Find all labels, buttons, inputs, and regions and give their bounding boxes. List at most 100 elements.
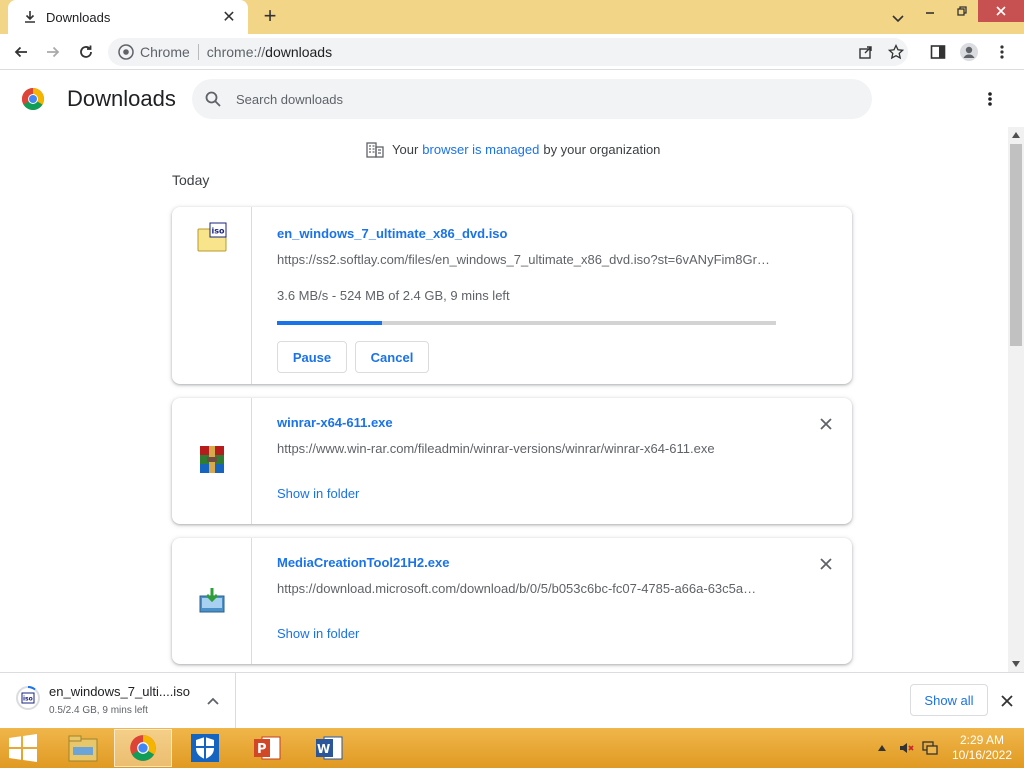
- shield-icon: [191, 734, 219, 762]
- file-icon-column: [172, 398, 252, 524]
- scroll-up-arrow-icon[interactable]: [1008, 127, 1024, 143]
- back-arrow-icon: [14, 46, 27, 58]
- taskbar-chrome[interactable]: [114, 729, 172, 767]
- building-icon: [366, 142, 384, 158]
- url-path: downloads: [265, 44, 333, 60]
- close-icon: [820, 558, 832, 570]
- taskbar-powerpoint[interactable]: P: [238, 729, 296, 767]
- iso-file-icon: iso: [16, 686, 40, 710]
- window-controls: [914, 0, 1024, 22]
- download-progress-fill: [277, 321, 382, 325]
- file-url: https://download.microsoft.com/download/…: [277, 581, 757, 596]
- scroll-down-arrow-icon[interactable]: [1008, 656, 1024, 672]
- close-icon: [820, 418, 832, 430]
- back-button[interactable]: [10, 41, 32, 63]
- file-name-link[interactable]: en_windows_7_ultimate_x86_dvd.iso: [277, 226, 507, 241]
- remove-download-button[interactable]: [818, 556, 834, 572]
- file-url: https://ss2.softlay.com/files/en_windows…: [277, 252, 770, 267]
- chevron-up-icon: [207, 697, 219, 705]
- kebab-menu-icon: [1000, 45, 1004, 59]
- show-in-folder-link[interactable]: Show in folder: [277, 486, 359, 501]
- minimize-button[interactable]: [914, 0, 946, 22]
- file-icon-column: [172, 538, 252, 664]
- shelf-file-status: 0.5/2.4 GB, 9 mins left: [49, 705, 148, 716]
- close-icon: [996, 6, 1006, 16]
- close-shelf-button[interactable]: [998, 692, 1016, 710]
- managed-suffix: by your organization: [543, 141, 661, 157]
- page-scrollbar[interactable]: [1008, 127, 1024, 672]
- iso-file-icon: iso: [197, 222, 227, 252]
- more-vert-icon: [988, 92, 992, 106]
- taskbar-word[interactable]: W: [300, 729, 358, 767]
- system-tray: [874, 728, 946, 768]
- chrome-site-icon: [118, 44, 134, 60]
- word-icon: W: [316, 736, 343, 760]
- date-section-header: Today: [172, 172, 210, 188]
- tab-strip: Downloads ✕ +: [0, 0, 1024, 34]
- file-name-link[interactable]: winrar-x64-611.exe: [277, 415, 393, 430]
- network-icon[interactable]: [922, 740, 938, 756]
- taskbar-file-explorer[interactable]: [54, 729, 112, 767]
- profile-button[interactable]: [958, 41, 980, 63]
- file-icon-column: iso: [172, 207, 252, 384]
- taskbar-clock[interactable]: 2:29 AM 10/16/2022: [948, 733, 1016, 763]
- site-info-chip[interactable]: Chrome: [118, 44, 199, 60]
- shelf-download-item[interactable]: iso en_windows_7_ulti....iso 0.5/2.4 GB,…: [0, 673, 236, 728]
- download-shelf: iso en_windows_7_ulti....iso 0.5/2.4 GB,…: [0, 672, 1024, 728]
- shelf-file-name: en_windows_7_ulti....iso: [49, 684, 190, 699]
- taskbar-security-app[interactable]: [176, 729, 234, 767]
- show-all-button[interactable]: Show all: [910, 684, 988, 716]
- tab-downloads[interactable]: Downloads ✕: [8, 0, 248, 34]
- show-hidden-icons-icon[interactable]: [874, 740, 890, 756]
- reload-icon: [80, 45, 92, 58]
- svg-text:P: P: [257, 742, 267, 757]
- svg-text:iso: iso: [212, 227, 226, 236]
- shelf-item-menu-button[interactable]: [203, 691, 223, 711]
- address-bar[interactable]: Chrome chrome://downloads: [108, 38, 908, 66]
- search-downloads-box[interactable]: [192, 79, 872, 119]
- share-icon[interactable]: [856, 42, 876, 62]
- download-progress-bar: [277, 321, 776, 325]
- restore-icon: [957, 6, 967, 16]
- clock-time: 2:29 AM: [959, 733, 1005, 747]
- downloads-header: Downloads: [0, 71, 1024, 127]
- tab-search-chevron-icon[interactable]: [888, 8, 908, 28]
- chrome-icon: [130, 735, 156, 761]
- minimize-icon: [926, 12, 934, 14]
- side-panel-button[interactable]: [927, 41, 949, 63]
- tab-close-icon[interactable]: ✕: [220, 7, 238, 27]
- file-name-link[interactable]: MediaCreationTool21H2.exe: [277, 555, 449, 570]
- chrome-menu-button[interactable]: [991, 41, 1013, 63]
- file-url: https://www.win-rar.com/fileadmin/winrar…: [277, 441, 715, 456]
- close-icon: [1001, 695, 1013, 707]
- managed-link[interactable]: browser is managed: [422, 142, 539, 157]
- remove-download-button[interactable]: [818, 416, 834, 432]
- new-tab-button[interactable]: +: [258, 5, 282, 29]
- download-icon: [25, 11, 35, 23]
- reload-button[interactable]: [75, 41, 97, 63]
- chrome-logo-icon: [22, 88, 44, 110]
- download-item: MediaCreationTool21H2.exe https://downlo…: [172, 538, 852, 664]
- search-input[interactable]: [236, 91, 836, 107]
- pause-button[interactable]: Pause: [277, 341, 347, 373]
- side-panel-icon: [930, 45, 946, 59]
- file-explorer-icon: [68, 735, 98, 762]
- cancel-button[interactable]: Cancel: [355, 341, 429, 373]
- clock-date: 10/16/2022: [951, 748, 1013, 762]
- windows-start-icon[interactable]: [8, 734, 38, 762]
- show-in-folder-link[interactable]: Show in folder: [277, 626, 359, 641]
- more-actions-button[interactable]: [980, 88, 1000, 110]
- avatar-icon: [960, 43, 978, 61]
- tab-title: Downloads: [46, 9, 111, 25]
- page-title: Downloads: [67, 86, 176, 111]
- close-window-button[interactable]: [978, 0, 1024, 22]
- restore-button[interactable]: [946, 0, 978, 22]
- volume-muted-icon[interactable]: [898, 740, 914, 756]
- download-status: 3.6 MB/s - 524 MB of 2.4 GB, 9 mins left: [277, 288, 510, 303]
- search-icon: [205, 91, 221, 107]
- url-scheme: chrome://: [206, 44, 266, 60]
- scrollbar-thumb[interactable]: [1010, 144, 1022, 346]
- download-item: winrar-x64-611.exe https://www.win-rar.c…: [172, 398, 852, 524]
- forward-button[interactable]: [42, 41, 64, 63]
- bookmark-star-icon[interactable]: [886, 42, 906, 62]
